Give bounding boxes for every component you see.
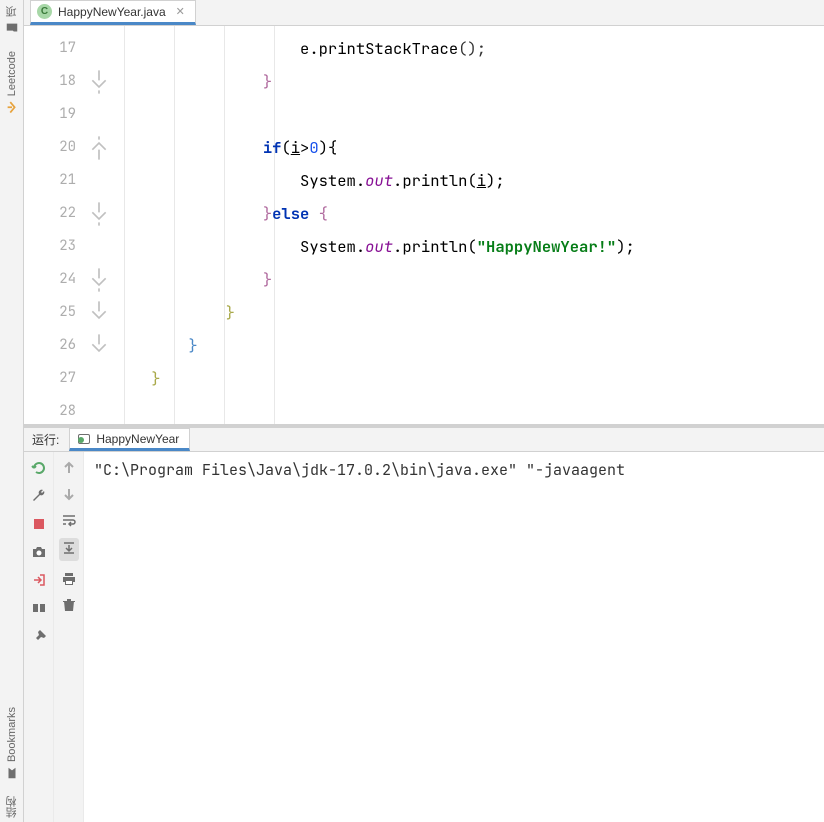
line-number: 21: [24, 164, 76, 197]
line-number: 23: [24, 230, 76, 263]
terminal-icon: [76, 432, 90, 446]
fold-end-icon[interactable]: [84, 263, 114, 296]
project-label: 项: [4, 6, 20, 17]
arrow-up-icon[interactable]: [61, 460, 77, 476]
main-column: C HappyNewYear.java ✕ 17 18 19 20 21 22 …: [24, 0, 824, 822]
wrench-icon[interactable]: [31, 488, 47, 504]
line-number: 24: [24, 263, 76, 296]
console-text: "C:\Program Files\Java\jdk-17.0.2\bin\ja…: [94, 460, 625, 480]
bookmark-icon: [5, 766, 19, 780]
close-icon[interactable]: ✕: [176, 5, 185, 18]
code-line: if(i>0){: [114, 131, 824, 164]
scroll-to-end-button[interactable]: [59, 538, 79, 561]
layout-icon[interactable]: [31, 600, 47, 616]
project-tool-button[interactable]: 项: [4, 6, 20, 35]
code-line: e.printStackTrace();: [114, 32, 824, 65]
structure-tool-button[interactable]: 结构: [4, 796, 20, 818]
bookmarks-tool-button[interactable]: Bookmarks: [5, 707, 19, 780]
code-line: }: [114, 362, 824, 395]
leetcode-icon: [5, 100, 19, 114]
folder-icon: [5, 21, 19, 35]
code-line: }: [114, 263, 824, 296]
editor-tab[interactable]: C HappyNewYear.java ✕: [30, 0, 196, 25]
console-output[interactable]: "C:\Program Files\Java\jdk-17.0.2\bin\ja…: [84, 452, 824, 822]
leetcode-tool-button[interactable]: Leetcode: [5, 51, 19, 114]
run-primary-toolbar: [24, 452, 54, 822]
line-number: 20: [24, 131, 76, 164]
camera-icon[interactable]: [31, 544, 47, 560]
code-line: }: [114, 329, 824, 362]
code-line: [114, 98, 824, 131]
run-secondary-toolbar: [54, 452, 84, 822]
stop-icon[interactable]: [31, 516, 47, 532]
fold-end-icon[interactable]: [84, 296, 114, 329]
run-panel-header: 运行: HappyNewYear: [24, 428, 824, 452]
line-number: 28: [24, 395, 76, 424]
bookmarks-label: Bookmarks: [6, 707, 18, 762]
leetcode-label: Leetcode: [6, 51, 18, 96]
line-number: 18: [24, 65, 76, 98]
editor-tab-filename: HappyNewYear.java: [58, 5, 166, 19]
code-line: System.out.println(i);: [114, 164, 824, 197]
run-tab-name: HappyNewYear: [96, 432, 179, 446]
exit-icon[interactable]: [31, 572, 47, 588]
pin-icon[interactable]: [31, 628, 47, 644]
run-panel: "C:\Program Files\Java\jdk-17.0.2\bin\ja…: [24, 452, 824, 822]
editor-tabbar: C HappyNewYear.java ✕: [24, 0, 824, 26]
line-number: 25: [24, 296, 76, 329]
code-editor[interactable]: 17 18 19 20 21 22 23 24 25 26 27 28: [24, 26, 824, 424]
left-tool-rail: 项 Leetcode Bookmarks 结构: [0, 0, 24, 822]
fold-end-icon[interactable]: [84, 329, 114, 362]
line-number: 17: [24, 32, 76, 65]
line-number: 26: [24, 329, 76, 362]
code-line: System.out.println("HappyNewYear!");: [114, 230, 824, 263]
code-area[interactable]: e.printStackTrace(); } if(i>0){ System.o…: [114, 26, 824, 424]
line-number-gutter: 17 18 19 20 21 22 23 24 25 26 27 28: [24, 26, 84, 424]
line-number: 22: [24, 197, 76, 230]
fold-end-icon[interactable]: [84, 197, 114, 230]
run-tab[interactable]: HappyNewYear: [69, 428, 190, 451]
fold-start-icon[interactable]: [84, 131, 114, 164]
structure-label: 结构: [4, 796, 20, 818]
code-line: }: [114, 296, 824, 329]
print-icon[interactable]: [61, 571, 77, 587]
trash-icon[interactable]: [61, 597, 77, 613]
fold-gutter: [84, 26, 114, 424]
java-class-icon: C: [37, 4, 52, 19]
run-header-label: 运行:: [32, 431, 59, 448]
code-line: }else {: [114, 197, 824, 230]
line-number: 27: [24, 362, 76, 395]
rerun-icon[interactable]: [31, 460, 47, 476]
fold-end-icon[interactable]: [84, 65, 114, 98]
line-number: 19: [24, 98, 76, 131]
code-line: }: [114, 65, 824, 98]
soft-wrap-icon[interactable]: [61, 512, 77, 528]
arrow-down-icon[interactable]: [61, 486, 77, 502]
